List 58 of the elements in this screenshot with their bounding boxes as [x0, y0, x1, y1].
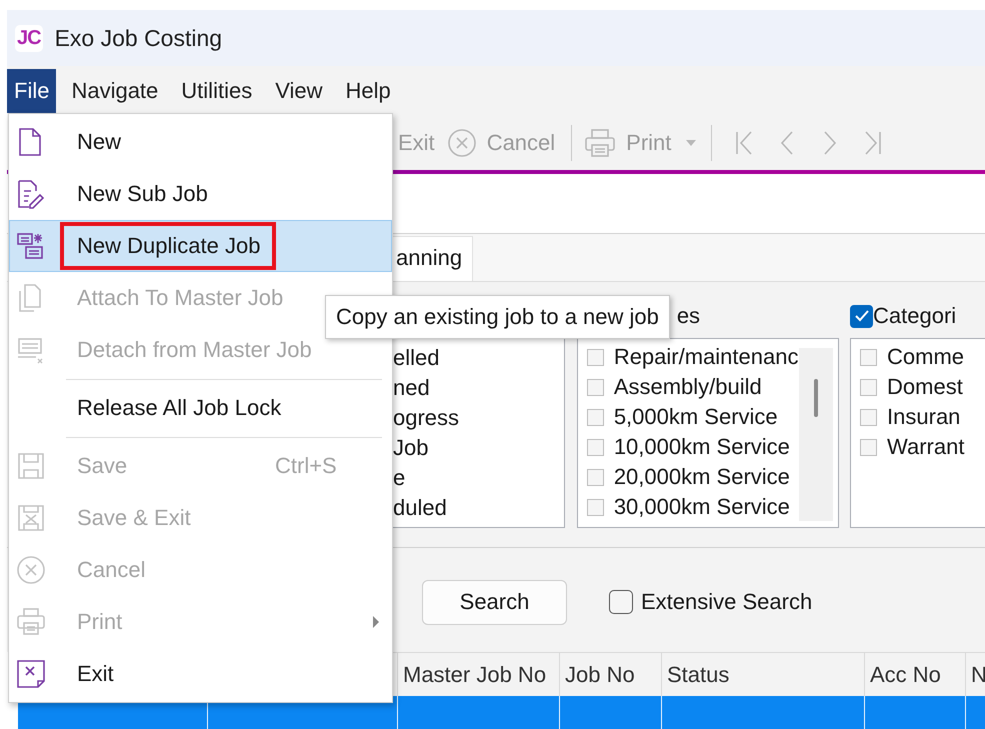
menu-item[interactable]: File	[7, 68, 56, 112]
checkbox-label: Warrant	[887, 434, 964, 460]
checkmark-icon	[854, 309, 870, 323]
checkbox-label: Assembly/build	[614, 374, 762, 400]
list-item[interactable]: ned	[393, 373, 564, 403]
list-item[interactable]: duled	[393, 493, 564, 523]
search-button[interactable]: Search	[422, 580, 567, 624]
checkbox-label: 20,000km Service	[614, 464, 790, 490]
checkbox[interactable]	[586, 378, 604, 396]
highlight-frame: New Duplicate Job	[60, 222, 276, 270]
exit-icon	[16, 659, 46, 689]
menu-item[interactable]: New Duplicate Job	[9, 220, 392, 272]
scrollbar[interactable]	[799, 348, 834, 521]
menu-item[interactable]: New	[9, 116, 132, 168]
checkbox[interactable]	[586, 408, 604, 426]
edit-document-icon	[16, 179, 46, 209]
window-title: Exo Job Costing	[54, 24, 222, 52]
list-item[interactable]: ogress	[393, 403, 564, 433]
checkbox[interactable]	[586, 498, 604, 516]
menu-item[interactable]: Navigate	[63, 68, 166, 112]
menu-item[interactable]: Exit	[9, 648, 125, 700]
checkbox-label: 10,000km Service	[614, 434, 790, 460]
list-item[interactable]: elled	[393, 343, 564, 373]
menu-item[interactable]: Utilities	[173, 68, 260, 112]
checkbox-label: Repair/maintenanc	[614, 344, 798, 370]
checkbox[interactable]	[609, 590, 633, 614]
checkbox[interactable]	[586, 468, 604, 486]
checkbox-label: Domest	[887, 374, 963, 400]
checkbox[interactable]	[860, 408, 878, 426]
scroll-thumb[interactable]	[814, 379, 818, 417]
menu-item[interactable]: New Sub Job	[9, 168, 219, 220]
tooltip: Copy an existing job to a new job	[325, 295, 670, 339]
checkbox[interactable]	[860, 438, 878, 456]
checkbox-label: 30,000km Service	[614, 494, 790, 520]
checkbox[interactable]	[860, 378, 878, 396]
cancel-icon	[446, 128, 477, 158]
printer-icon	[16, 607, 46, 637]
menu-item[interactable]: Release All Job Lock	[9, 382, 292, 434]
checkbox[interactable]	[586, 438, 604, 456]
shortcut-text: Ctrl+S	[275, 453, 337, 479]
checkbox-label: Insuran	[887, 404, 960, 430]
group-label: es	[676, 303, 700, 329]
list-item[interactable]: Job	[393, 433, 564, 463]
checkbox-label: Categori	[873, 303, 956, 329]
cancel-icon	[16, 555, 46, 585]
checkbox-label: Extensive Search	[641, 589, 812, 615]
list-item[interactable]: e	[393, 463, 564, 493]
duplicate-icon	[16, 231, 46, 261]
table-row[interactable]	[18, 696, 985, 729]
app-logo: JC	[15, 24, 43, 52]
checkbox-label: Comme	[887, 344, 964, 370]
menu-item[interactable]: Help	[338, 68, 399, 112]
menu-item[interactable]: View	[267, 68, 330, 112]
checkbox[interactable]	[860, 348, 878, 366]
checkbox[interactable]	[586, 348, 604, 366]
checkbox[interactable]	[850, 304, 874, 328]
printer-icon	[584, 128, 616, 158]
checkbox-label: 5,000km Service	[614, 404, 778, 430]
